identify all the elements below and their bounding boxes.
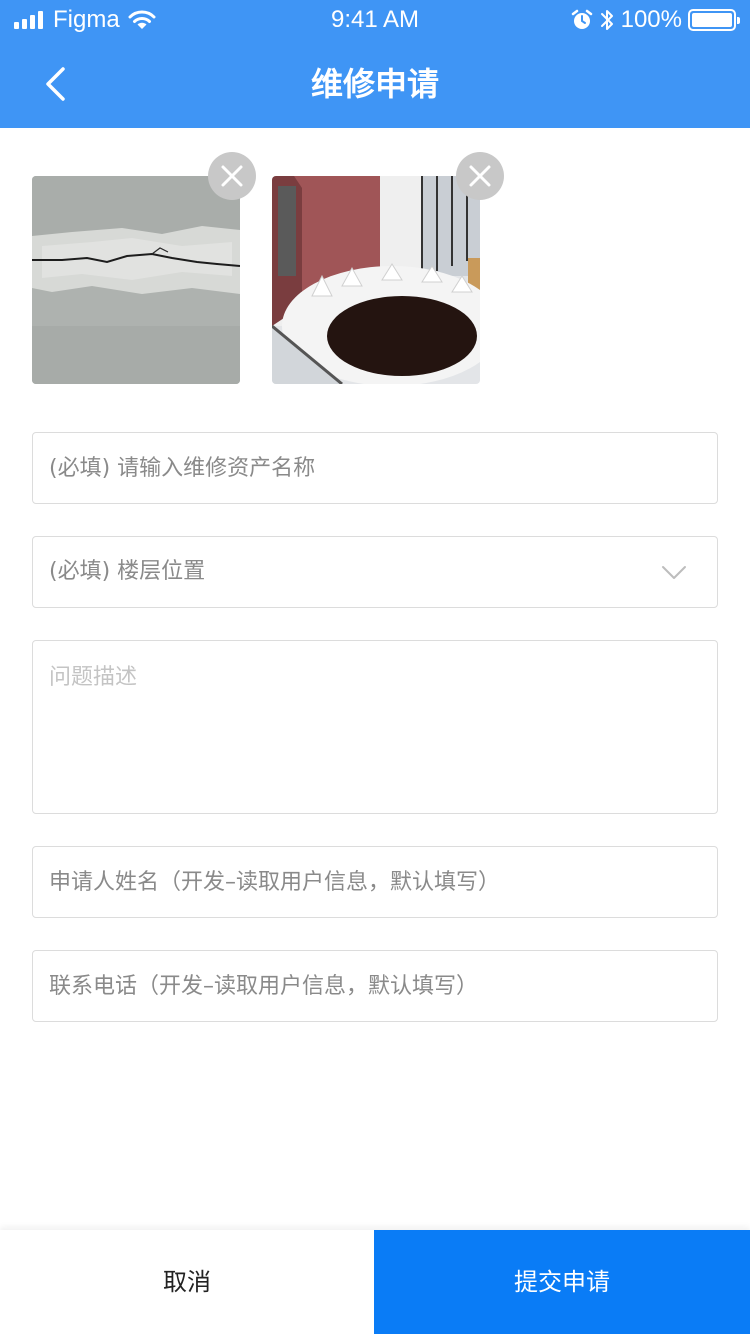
asset-name-input[interactable]: [33, 433, 717, 503]
photo-gallery: [32, 152, 532, 384]
bottom-action-bar: 取消 提交申请: [0, 1230, 750, 1334]
navigation-bar: 维修申请: [0, 40, 750, 128]
room-interior-photo: [272, 176, 480, 384]
remove-photo-button[interactable]: [456, 152, 504, 200]
chevron-down-icon: [662, 566, 686, 579]
contact-phone-input[interactable]: [33, 951, 717, 1021]
contact-phone-field[interactable]: [32, 950, 718, 1022]
floor-location-placeholder: (必填) 楼层位置: [49, 559, 206, 584]
bluetooth-icon: [600, 10, 613, 30]
problem-description-field[interactable]: [32, 640, 718, 814]
top-bar: Figma 9:41 AM 100% 维修申请: [0, 0, 750, 128]
submit-button[interactable]: 提交申请: [374, 1230, 750, 1334]
page-title: 维修申请: [310, 65, 439, 103]
status-bar: Figma 9:41 AM 100%: [0, 0, 750, 40]
alarm-icon: [571, 9, 592, 29]
photo-thumbnail[interactable]: [32, 176, 240, 384]
battery-icon: [688, 9, 740, 31]
close-icon: [469, 165, 491, 187]
floor-location-select[interactable]: (必填) 楼层位置: [32, 536, 718, 608]
applicant-name-input[interactable]: [33, 847, 717, 917]
photo-thumbnail[interactable]: [272, 176, 480, 384]
problem-description-textarea[interactable]: [33, 641, 717, 813]
remove-photo-button[interactable]: [208, 152, 256, 200]
asset-name-field[interactable]: [32, 432, 718, 504]
cancel-button[interactable]: 取消: [0, 1230, 374, 1334]
close-icon: [221, 165, 243, 187]
wall-crack-photo: [32, 176, 240, 384]
battery-percentage: 100%: [620, 6, 682, 33]
applicant-name-field[interactable]: [32, 846, 718, 918]
